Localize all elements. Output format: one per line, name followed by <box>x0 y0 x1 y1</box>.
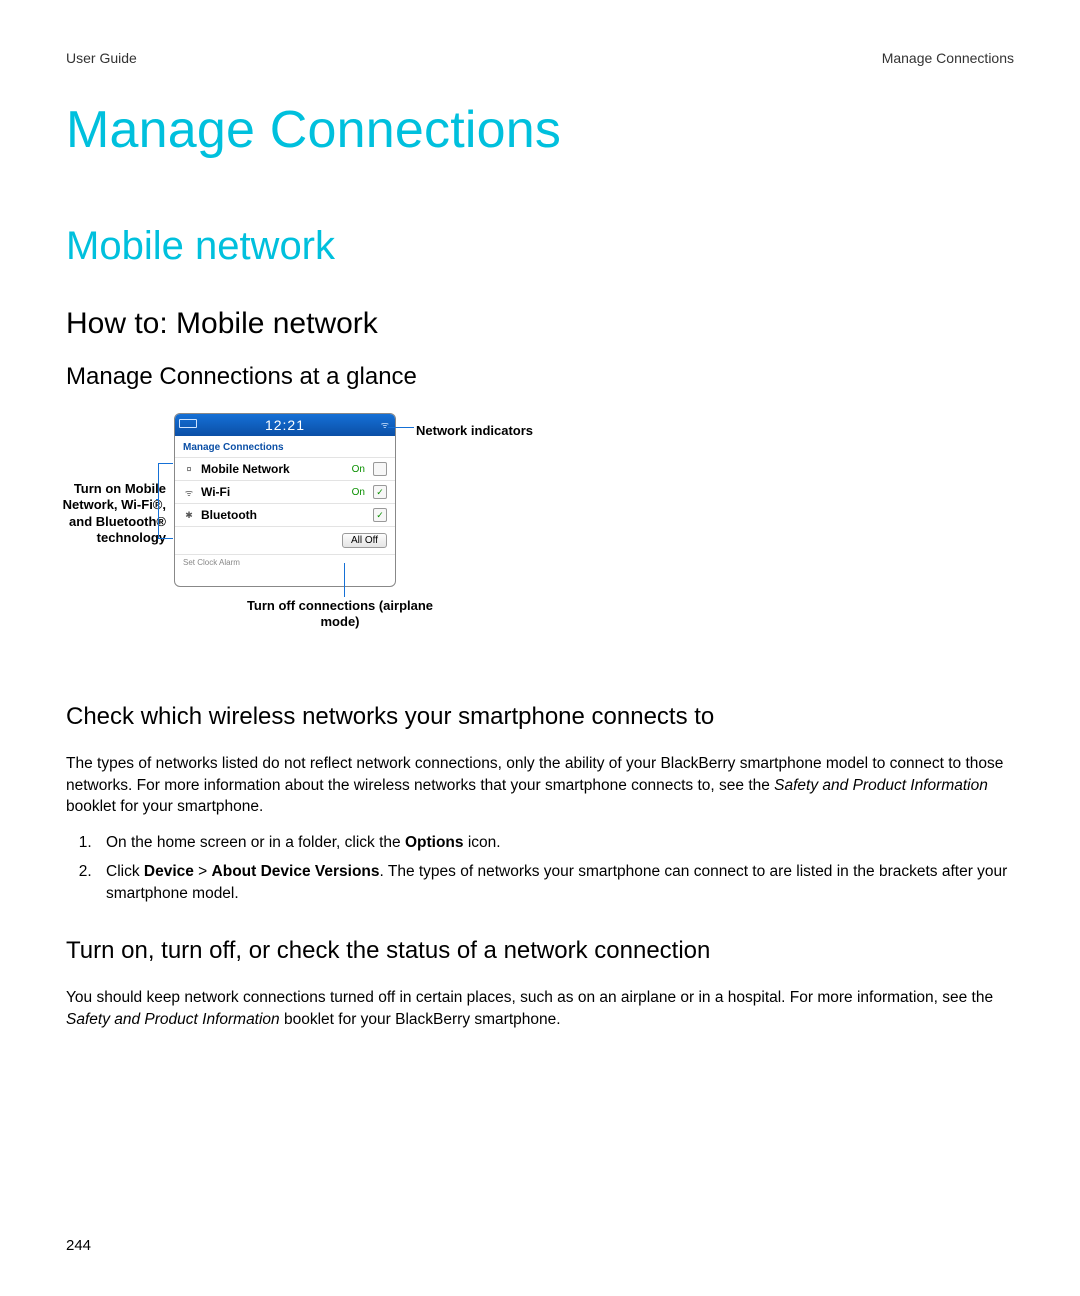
phone-status-bar: 12:21 ᯤ <box>175 414 395 436</box>
turn-on-off-heading: Turn on, turn off, or check the status o… <box>66 937 1014 965</box>
text: On the home screen or in a folder, click… <box>106 834 405 851</box>
callout-bracket-stem <box>156 499 159 500</box>
callout-bracket <box>158 463 173 539</box>
glance-diagram: Turn on Mobile Network, Wi-Fi®, and Blue… <box>166 413 686 653</box>
device-bold: Device <box>144 863 194 880</box>
callout-airplane-mode: Turn off connections (airplane mode) <box>240 598 440 631</box>
row-mobile-network: ¤ Mobile Network On <box>175 457 395 480</box>
text: booklet for your BlackBerry smartphone. <box>280 1011 561 1028</box>
row-checkbox: ✓ <box>373 485 387 499</box>
text: booklet for your smartphone. <box>66 798 263 815</box>
turn-on-off-paragraph: You should keep network connections turn… <box>66 987 1014 1030</box>
wifi-icon: ᯤ <box>183 486 195 499</box>
text: icon. <box>464 834 501 851</box>
row-checkbox: ✓ <box>373 508 387 522</box>
text: You should keep network connections turn… <box>66 989 993 1006</box>
header-right: Manage Connections <box>882 50 1014 66</box>
text: > <box>194 863 212 880</box>
text: Click <box>106 863 144 880</box>
row-wifi: ᯤ Wi-Fi On ✓ <box>175 480 395 503</box>
chapter-title: Manage Connections <box>66 100 1014 160</box>
check-networks-paragraph: The types of networks listed do not refl… <box>66 753 1014 818</box>
row-label: Bluetooth <box>201 508 359 522</box>
connector-line <box>344 563 345 597</box>
panel-title: Manage Connections <box>175 436 395 457</box>
steps-list: On the home screen or in a folder, click… <box>66 832 1014 905</box>
booklet-title-italic: Safety and Product Information <box>66 1011 280 1028</box>
row-label: Wi-Fi <box>201 485 346 499</box>
row-state: On <box>352 487 365 498</box>
booklet-title-italic: Safety and Product Information <box>774 777 988 794</box>
header-left: User Guide <box>66 50 137 66</box>
options-bold: Options <box>405 834 464 851</box>
section-title: Mobile network <box>66 224 1014 269</box>
bluetooth-icon: ✱ <box>183 510 195 521</box>
row-label: Mobile Network <box>201 462 346 476</box>
check-networks-heading: Check which wireless networks your smart… <box>66 703 1014 731</box>
page: User Guide Manage Connections Manage Con… <box>0 0 1080 1296</box>
step-1: On the home screen or in a folder, click… <box>96 832 1014 854</box>
cutoff-row: Set Clock Alarm <box>175 554 395 567</box>
step-2: Click Device > About Device Versions. Th… <box>96 861 1014 906</box>
callout-turn-on: Turn on Mobile Network, Wi-Fi®, and Blue… <box>54 481 166 546</box>
battery-icon <box>179 419 197 428</box>
glance-heading: Manage Connections at a glance <box>66 363 1014 391</box>
row-checkbox <box>373 462 387 476</box>
connector-line <box>388 427 414 428</box>
row-state: On <box>352 464 365 475</box>
phone-screenshot: 12:21 ᯤ Manage Connections ¤ Mobile Netw… <box>174 413 396 587</box>
signal-icon: ᯤ <box>381 418 389 431</box>
row-bluetooth: ✱ Bluetooth ✓ <box>175 503 395 526</box>
page-number: 244 <box>66 1237 91 1254</box>
all-off-row: All Off <box>175 526 395 554</box>
page-header: User Guide Manage Connections <box>66 50 1014 66</box>
phone-clock: 12:21 <box>265 417 305 433</box>
about-device-versions-bold: About Device Versions <box>212 863 380 880</box>
antenna-icon: ¤ <box>183 464 195 474</box>
howto-heading: How to: Mobile network <box>66 307 1014 341</box>
callout-network-indicators: Network indicators <box>416 423 536 439</box>
all-off-button: All Off <box>342 533 387 548</box>
